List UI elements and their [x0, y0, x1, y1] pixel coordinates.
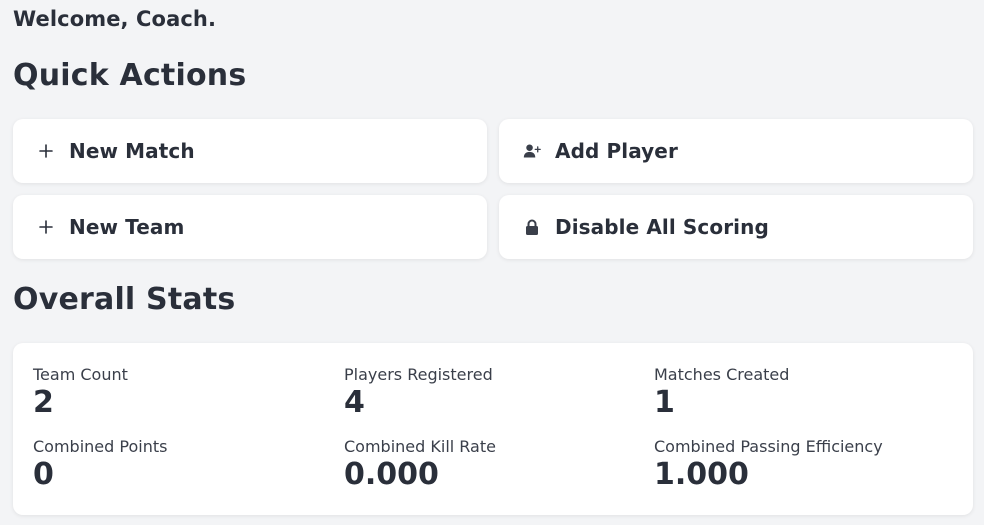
stat-label: Combined Points — [33, 437, 168, 456]
new-match-label: New Match — [69, 139, 195, 163]
disable-all-scoring-button[interactable]: Disable All Scoring — [499, 195, 973, 259]
stat-label: Team Count — [33, 365, 128, 384]
stat-combined-passing-efficiency: Combined Passing Efficiency 1.000 — [654, 437, 883, 494]
quick-actions-title: Quick Actions — [13, 58, 247, 93]
dashboard-page: Welcome, Coach. Quick Actions New Match … — [0, 0, 984, 525]
lock-icon — [523, 218, 541, 236]
stat-label: Players Registered — [344, 365, 493, 384]
welcome-message: Welcome, Coach. — [13, 7, 217, 31]
stat-combined-kill-rate: Combined Kill Rate 0.000 — [344, 437, 496, 494]
overall-stats-title: Overall Stats — [13, 282, 236, 317]
stat-matches-created: Matches Created 1 — [654, 365, 789, 422]
stat-value: 1.000 — [654, 457, 749, 492]
new-team-label: New Team — [69, 215, 185, 239]
stat-label: Matches Created — [654, 365, 790, 384]
stat-value: 4 — [344, 385, 365, 420]
stat-team-count: Team Count 2 — [33, 365, 128, 422]
stat-label: Combined Kill Rate — [344, 437, 496, 456]
new-match-button[interactable]: New Match — [13, 119, 487, 183]
stat-combined-points: Combined Points 0 — [33, 437, 167, 494]
overall-stats-card: Team Count 2 Players Registered 4 Matche… — [13, 343, 973, 515]
disable-all-scoring-label: Disable All Scoring — [555, 215, 769, 239]
stat-label: Combined Passing Efficiency — [654, 437, 883, 456]
plus-icon — [37, 218, 55, 236]
stat-value: 0.000 — [344, 457, 439, 492]
stat-value: 1 — [654, 385, 675, 420]
new-team-button[interactable]: New Team — [13, 195, 487, 259]
user-plus-icon — [523, 142, 541, 160]
stat-players-registered: Players Registered 4 — [344, 365, 493, 422]
add-player-button[interactable]: Add Player — [499, 119, 973, 183]
plus-icon — [37, 142, 55, 160]
stat-value: 2 — [33, 385, 54, 420]
add-player-label: Add Player — [555, 139, 678, 163]
stat-value: 0 — [33, 457, 54, 492]
